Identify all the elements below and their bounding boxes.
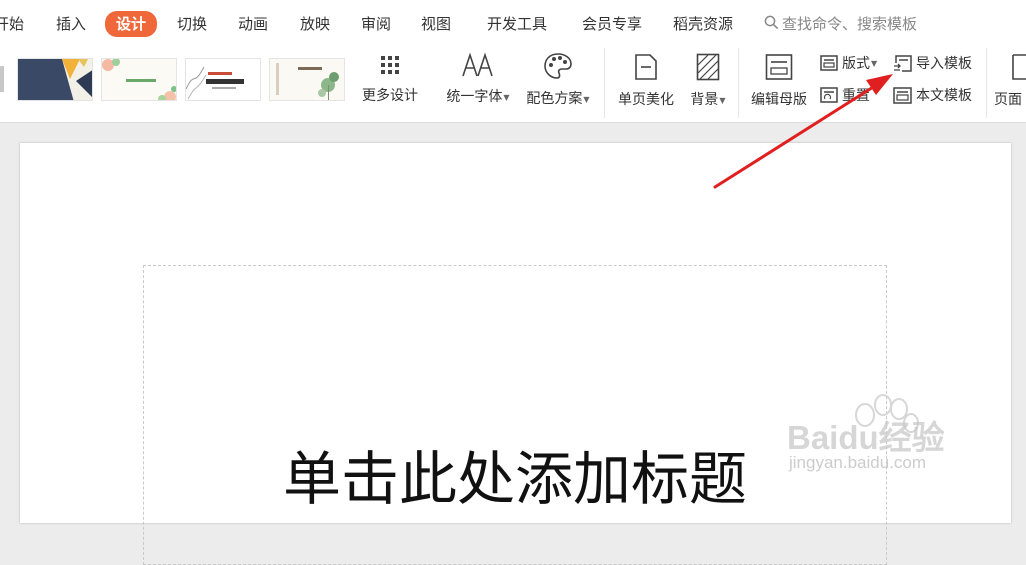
menu-tab-review[interactable]: 审阅 — [361, 12, 391, 36]
background-icon — [684, 53, 732, 85]
menu-tab-insert[interactable]: 插入 — [56, 12, 86, 36]
dropdown-caret-icon: ▼ — [583, 94, 590, 104]
import-template-button[interactable]: 导入模板 — [893, 53, 972, 75]
more-design-button[interactable]: 更多设计 — [358, 56, 422, 105]
menu-tab-member[interactable]: 会员专享 — [582, 12, 642, 36]
reset-label: 重置 — [842, 88, 870, 104]
slide-canvas[interactable]: 单击此处添加标题 — [20, 143, 1011, 565]
master-slide-icon — [746, 53, 812, 85]
dropdown-caret-icon: ▼ — [871, 59, 878, 68]
menu-bar: 开始 插入 设计 切换 动画 放映 审阅 视图 开发工具 会员专享 稻壳资源 查… — [0, 0, 1026, 46]
dropdown-caret-icon: ▼ — [503, 92, 510, 102]
import-template-label: 导入模板 — [916, 56, 972, 72]
menu-tab-docer[interactable]: 稻壳资源 — [673, 12, 733, 36]
unify-font-label: 统一字体 — [446, 89, 503, 105]
menu-tab-transition[interactable]: 切换 — [177, 12, 207, 36]
single-page-beautify-label: 单页美化 — [618, 92, 674, 108]
layout-icon — [820, 55, 838, 71]
edit-master-button[interactable]: 编辑母版 — [746, 53, 812, 109]
design-thumbnail-4[interactable] — [269, 58, 345, 101]
dropdown-caret-icon: ▼ — [719, 95, 726, 105]
scroll-left-icon[interactable] — [0, 66, 4, 92]
grid-icon — [358, 56, 422, 78]
color-scheme-button[interactable]: 配色方案▼ — [521, 52, 595, 108]
menu-tab-developer[interactable]: 开发工具 — [487, 12, 547, 36]
more-design-label: 更多设计 — [362, 88, 418, 104]
menu-tab-start[interactable]: 开始 — [0, 12, 24, 36]
reset-icon — [820, 87, 838, 103]
text-template-label: 本文模板 — [916, 88, 972, 104]
reset-button[interactable]: 重置 — [820, 85, 870, 107]
page-setup-icon — [1011, 53, 1026, 85]
page-setup-label: 页面 — [994, 92, 1022, 108]
title-placeholder[interactable]: 单击此处添加标题 — [143, 265, 887, 565]
menu-tab-design[interactable]: 设计 — [105, 11, 158, 37]
design-ribbon: 更多设计 统一字体▼ 配色方案▼ 单页美化 背景▼ 编辑母版 版式▼ 重置 导入… — [0, 46, 1026, 123]
search-icon — [764, 13, 779, 37]
search-placeholder: 查找命令、搜索模板 — [782, 15, 918, 33]
ribbon-divider — [738, 48, 739, 118]
design-thumbnail-1[interactable] — [17, 58, 93, 101]
text-template-button[interactable]: 本文模板 — [893, 85, 972, 107]
background-button[interactable]: 背景▼ — [684, 53, 732, 109]
menu-tab-view[interactable]: 视图 — [421, 12, 451, 36]
page-icon — [613, 53, 679, 85]
text-template-icon — [893, 86, 912, 104]
import-template-icon — [894, 54, 912, 72]
palette-icon — [521, 52, 595, 84]
menu-tab-slideshow[interactable]: 放映 — [300, 12, 330, 36]
font-icon — [441, 52, 515, 82]
edit-master-label: 编辑母版 — [751, 92, 807, 108]
unify-font-button[interactable]: 统一字体▼ — [441, 52, 515, 106]
ribbon-divider — [986, 48, 987, 118]
single-page-beautify-button[interactable]: 单页美化 — [613, 53, 679, 109]
layout-label: 版式 — [842, 56, 870, 72]
search-box[interactable]: 查找命令、搜索模板 — [764, 12, 917, 36]
background-label: 背景 — [690, 92, 719, 108]
color-scheme-label: 配色方案 — [526, 91, 583, 107]
design-thumbnail-3[interactable] — [185, 58, 261, 101]
layout-button[interactable]: 版式▼ — [820, 53, 877, 75]
menu-tab-animation[interactable]: 动画 — [238, 12, 268, 36]
design-thumbnail-2[interactable] — [101, 58, 177, 101]
ribbon-divider — [604, 48, 605, 118]
title-placeholder-text: 单击此处添加标题 — [282, 445, 747, 513]
page-setup-button[interactable]: 页面 — [994, 53, 1026, 109]
